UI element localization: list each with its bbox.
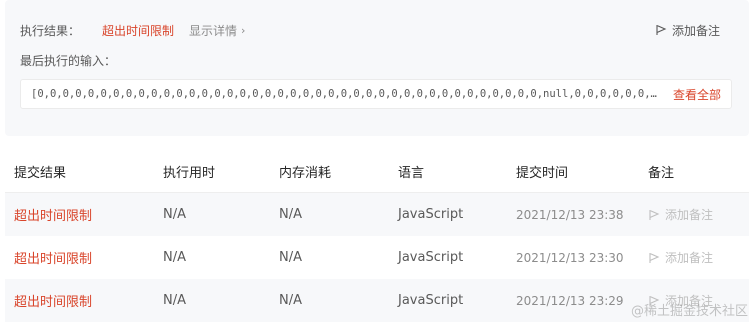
table-row[interactable]: 超出时间限制 N/A N/A JavaScript 2021/12/13 23:… (5, 279, 749, 322)
header-language: 语言 (398, 166, 425, 181)
result-status: 超出时间限制 (102, 23, 175, 38)
result-status-row: 执行结果： 超出时间限制 显示详情 › 添加备注 (20, 21, 734, 39)
flag-icon (649, 209, 660, 220)
row-memory: N/A (279, 207, 302, 222)
row-add-note-button[interactable]: 添加备注 (648, 292, 713, 309)
last-input-value: [0,0,0,0,0,0,0,0,0,0,0,0,0,0,0,0,0,0,0,0… (31, 88, 659, 100)
view-all-link[interactable]: 查看全部 (673, 86, 721, 103)
chevron-right-icon: › (241, 23, 246, 37)
row-submit-time: 2021/12/13 23:30 (516, 250, 624, 265)
add-note-button[interactable]: 添加备注 (655, 21, 720, 39)
header-note: 备注 (648, 166, 675, 181)
result-panel: 执行结果： 超出时间限制 显示详情 › 添加备注 最后执行的输入： [0,0,0… (5, 0, 749, 136)
row-language: JavaScript (398, 207, 464, 222)
flag-icon (656, 24, 667, 35)
row-add-note-button[interactable]: 添加备注 (648, 206, 713, 223)
add-note-label: 添加备注 (671, 23, 720, 38)
row-memory: N/A (279, 293, 302, 308)
header-runtime: 执行用时 (163, 166, 216, 181)
table-row[interactable]: 超出时间限制 N/A N/A JavaScript 2021/12/13 23:… (5, 236, 749, 279)
row-add-note-label: 添加备注 (665, 251, 714, 265)
row-language: JavaScript (398, 293, 464, 308)
show-details-label: 显示详情 (189, 23, 238, 38)
row-add-note-button[interactable]: 添加备注 (648, 249, 713, 266)
row-status-link[interactable]: 超出时间限制 (14, 291, 92, 310)
result-label: 执行结果： (20, 23, 81, 38)
row-add-note-label: 添加备注 (665, 208, 714, 222)
table-header: 提交结果 执行用时 内存消耗 语言 提交时间 备注 (5, 151, 749, 193)
flag-icon (649, 252, 660, 263)
row-runtime: N/A (163, 293, 186, 308)
header-submit-time: 提交时间 (516, 166, 569, 181)
row-language: JavaScript (398, 250, 464, 265)
row-runtime: N/A (163, 207, 186, 222)
flag-icon (649, 295, 660, 306)
row-status-link[interactable]: 超出时间限制 (14, 205, 92, 224)
header-memory: 内存消耗 (279, 166, 332, 181)
last-input-label: 最后执行的输入： (20, 54, 117, 68)
row-add-note-label: 添加备注 (665, 294, 714, 308)
row-runtime: N/A (163, 250, 186, 265)
header-status: 提交结果 (14, 166, 67, 181)
row-submit-time: 2021/12/13 23:29 (516, 293, 624, 308)
last-input-box: [0,0,0,0,0,0,0,0,0,0,0,0,0,0,0,0,0,0,0,0… (20, 79, 732, 109)
show-details-link[interactable]: 显示详情 › (189, 22, 245, 39)
row-status-link[interactable]: 超出时间限制 (14, 248, 92, 267)
row-memory: N/A (279, 250, 302, 265)
row-submit-time: 2021/12/13 23:38 (516, 207, 624, 222)
table-row[interactable]: 超出时间限制 N/A N/A JavaScript 2021/12/13 23:… (5, 193, 749, 236)
submissions-table: 提交结果 执行用时 内存消耗 语言 提交时间 备注 超出时间限制 N/A N/A… (5, 151, 749, 322)
